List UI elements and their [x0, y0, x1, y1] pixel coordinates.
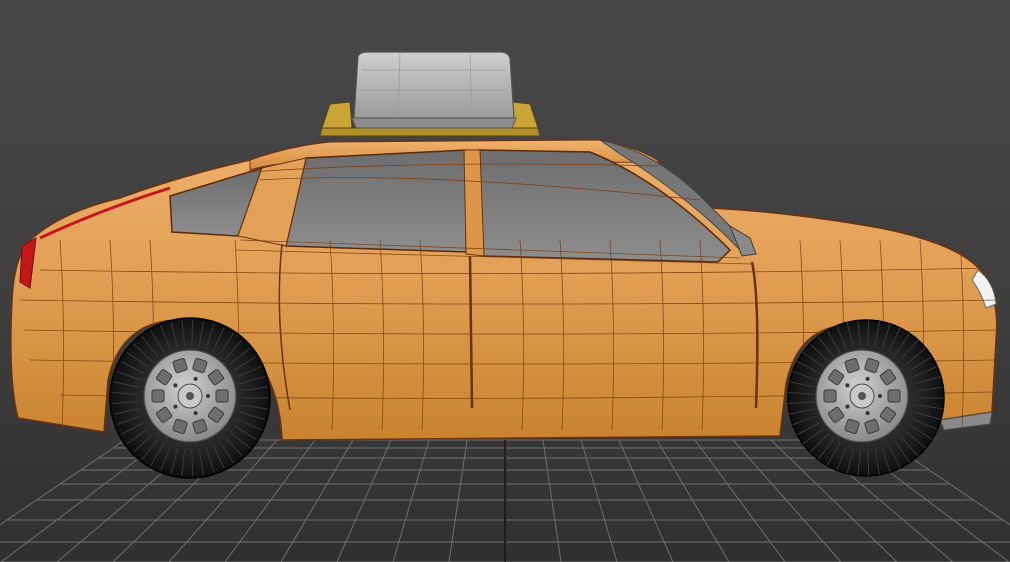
roof-sign-bottom [351, 117, 517, 129]
front-wheel [787, 319, 945, 477]
roof-sign-base-bar [319, 127, 541, 137]
viewport-scene[interactable] [0, 0, 1010, 562]
taxi-model[interactable] [10, 51, 1001, 479]
3d-viewport[interactable] [0, 0, 1010, 562]
rear-wheel [109, 317, 271, 479]
rear-door-window [285, 149, 467, 253]
roof-sign [353, 51, 515, 119]
